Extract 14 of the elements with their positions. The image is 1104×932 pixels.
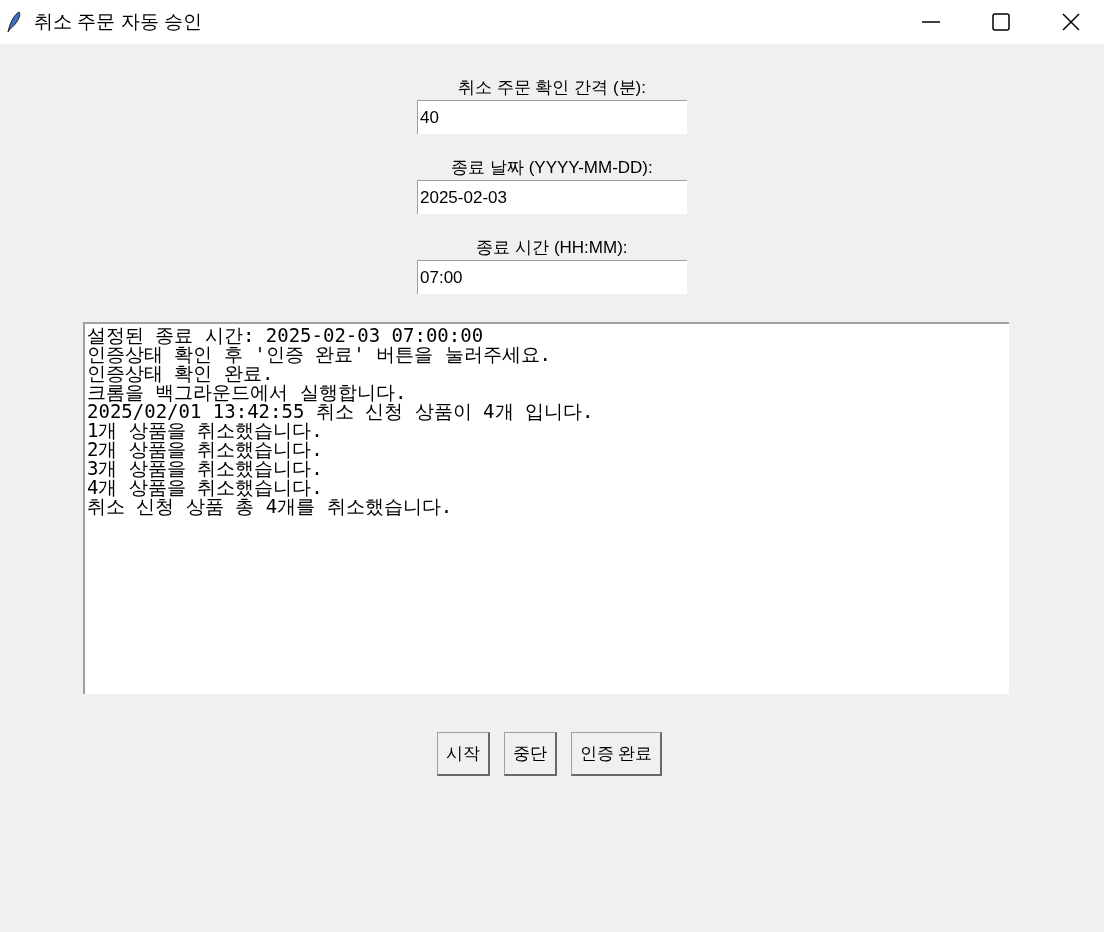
field-label: 취소 주문 확인 간격 (분): bbox=[458, 77, 646, 99]
input-field[interactable]: 2025-02-03 bbox=[417, 180, 687, 214]
action-button[interactable]: 인증 완료 bbox=[570, 732, 663, 776]
field-label: 종료 시간 (HH:MM): bbox=[476, 237, 628, 259]
window-title: 취소 주문 자동 승인 bbox=[34, 9, 202, 34]
action-button[interactable]: 중단 bbox=[503, 732, 557, 776]
log-text-area[interactable]: 설정된 종료 시간: 2025-02-03 07:00:00 인증상태 확인 후 '인증 완료' 버튼을 눌러주세요. 인증상태 확인 완료. 크롬을 백그라운드에서 실행합니다. 2025/02/01 13:42:55 취소 신청 상품이 4개 입니다. 1개 상품을 취소했습니다. 2개 상품을 취소했습니다. 3개 상품을 취소했습니다. 4개 상품을 취소했습니다. 취소 신청 상품 총 4개를 취소했습니다. bbox=[83, 322, 1009, 694]
input-field[interactable]: 40 bbox=[417, 100, 687, 134]
close-icon[interactable] bbox=[1062, 13, 1080, 31]
feather-icon bbox=[6, 11, 22, 33]
action-button[interactable]: 시작 bbox=[436, 732, 490, 776]
maximize-icon[interactable] bbox=[992, 13, 1010, 31]
input-field[interactable]: 07:00 bbox=[417, 260, 687, 294]
field-label: 종료 날짜 (YYYY-MM-DD): bbox=[451, 157, 653, 179]
